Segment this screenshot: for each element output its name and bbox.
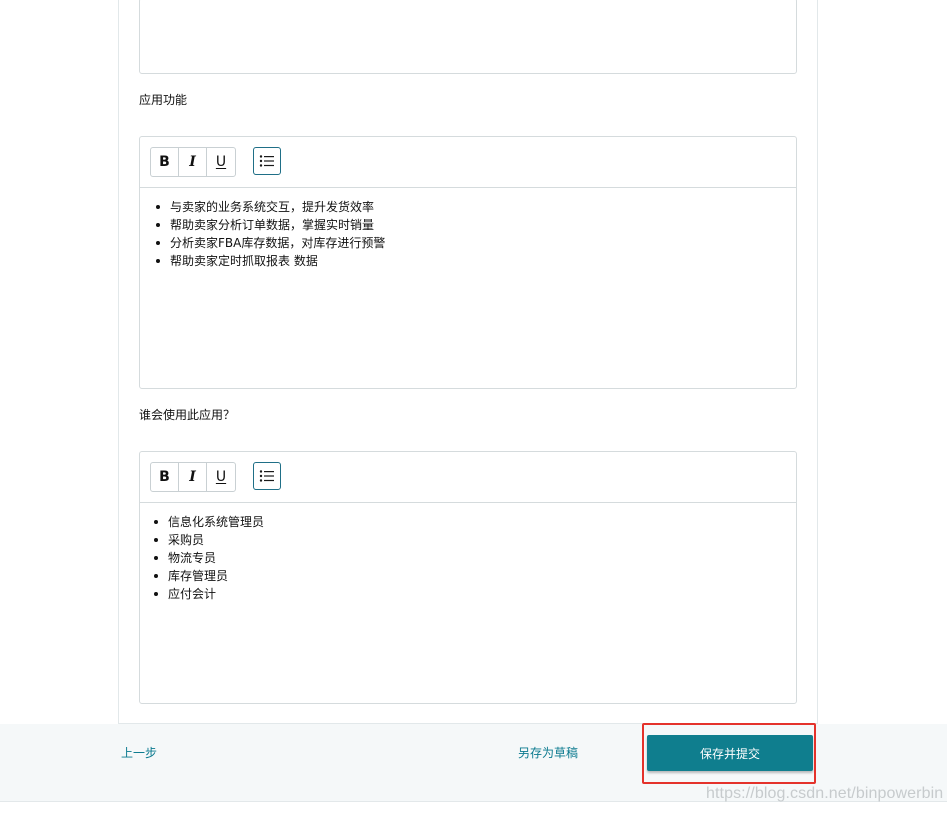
editor-content-area[interactable]: 与卖家的业务系统交互，提升发货效率 帮助卖家分析订单数据，掌握实时销量 分析卖家…	[140, 188, 796, 387]
list-item: 信息化系统管理员	[151, 513, 264, 531]
bullet-list: 信息化系统管理员 采购员 物流专员 库存管理员 应付会计	[151, 513, 264, 603]
underline-button[interactable]: U	[207, 148, 235, 176]
italic-button[interactable]: I	[179, 463, 207, 491]
list-item: 物流专员	[151, 549, 264, 567]
format-button-group: B I U	[150, 462, 236, 492]
bulleted-list-button[interactable]	[253, 462, 281, 490]
rich-text-editor-who-uses: B I U 信息化系统管理员 采购员 物流专员 库存管理员 应付会计	[139, 451, 797, 704]
list-item: 帮助卖家定时抓取报表 数据	[153, 252, 385, 270]
underline-button[interactable]: U	[207, 463, 235, 491]
list-item: 库存管理员	[151, 567, 264, 585]
editor-content-area[interactable]: 信息化系统管理员 采购员 物流专员 库存管理员 应付会计	[140, 503, 796, 702]
bulleted-list-icon	[259, 470, 274, 482]
watermark: https://blog.csdn.net/binpowerbin	[706, 785, 944, 802]
list-item: 与卖家的业务系统交互，提升发货效率	[153, 198, 385, 216]
italic-button[interactable]: I	[179, 148, 207, 176]
list-item: 分析卖家FBA库存数据，对库存进行预警	[153, 234, 385, 252]
field-label-who-uses: 谁会使用此应用？	[139, 408, 236, 422]
editor-toolbar: B I U	[140, 137, 796, 188]
list-item: 帮助卖家分析订单数据，掌握实时销量	[153, 216, 385, 234]
format-button-group: B I U	[150, 147, 236, 177]
highlight-annotation	[642, 723, 816, 784]
list-item: 采购员	[151, 531, 264, 549]
rich-text-editor-app-features: B I U 与卖家的业务系统交互，提升发货效率 帮助卖家分析订单数据，掌握实时销…	[139, 136, 797, 389]
page: 应用功能 B I U 与卖家的业务系统交互，提升发货效率 帮助卖家分析订单数据，…	[0, 0, 947, 814]
bold-button[interactable]: B	[151, 148, 179, 176]
bulleted-list-icon	[259, 155, 274, 167]
bulleted-list-button[interactable]	[253, 147, 281, 175]
bullet-list: 与卖家的业务系统交互，提升发货效率 帮助卖家分析订单数据，掌握实时销量 分析卖家…	[153, 198, 385, 270]
previous-editor-body[interactable]	[139, 0, 797, 74]
previous-step-link[interactable]: 上一步	[121, 745, 157, 761]
list-item: 应付会计	[151, 585, 264, 603]
field-label-app-features: 应用功能	[139, 93, 188, 107]
editor-toolbar: B I U	[140, 452, 796, 503]
bold-button[interactable]: B	[151, 463, 179, 491]
save-as-draft-link[interactable]: 另存为草稿	[518, 745, 578, 761]
